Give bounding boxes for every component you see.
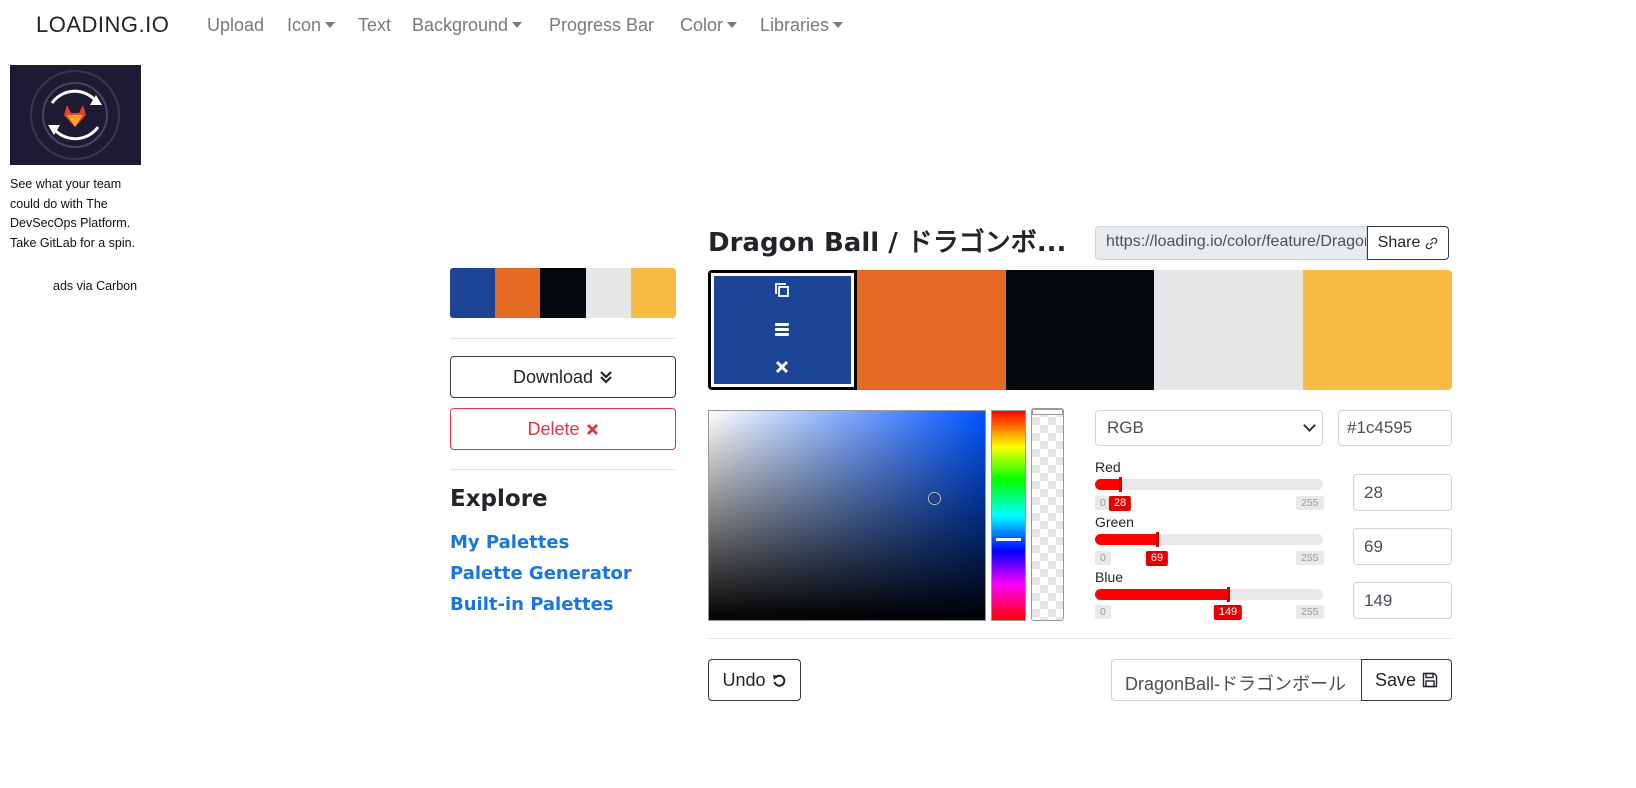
palette-title: Dragon Ball / ドラゴンボ... [708, 228, 1067, 258]
palette-generator-link[interactable]: Palette Generator [450, 563, 632, 584]
blue-value-tag: 149 [1213, 605, 1243, 620]
saturation-value-picker[interactable] [708, 410, 986, 621]
nav-background-label: Background [412, 15, 509, 35]
swatch[interactable] [1154, 270, 1304, 390]
color-mode-select[interactable]: RGB [1095, 410, 1323, 446]
swatch[interactable] [856, 270, 1006, 390]
alpha-slider[interactable] [1031, 408, 1064, 621]
share-label: Share [1377, 234, 1421, 251]
palette-swatches [708, 270, 1452, 390]
share-url-field[interactable]: https://loading.io/color/feature/DragonB… [1095, 226, 1367, 260]
close-icon [586, 423, 598, 435]
ad-via-carbon[interactable]: ads via Carbon [53, 279, 137, 293]
delete-button[interactable]: Delete [450, 408, 676, 450]
mini-palette-preview [450, 268, 676, 318]
green-input[interactable]: 69 [1353, 528, 1452, 565]
nav-background[interactable]: Background [412, 15, 523, 36]
color-mode-value: RGB [1107, 418, 1144, 437]
nav-upload[interactable]: Upload [207, 15, 264, 36]
save-button[interactable]: Save [1361, 659, 1452, 701]
built-in-palettes-link[interactable]: Built-in Palettes [450, 594, 614, 615]
share-button[interactable]: Share [1367, 226, 1449, 260]
hex-input[interactable]: #1c4595 [1338, 410, 1452, 446]
mini-swatch [540, 268, 586, 318]
red-value-tag: 28 [1108, 496, 1132, 511]
swatch[interactable] [1303, 270, 1452, 390]
nav-progress-bar-label: Progress Bar [549, 15, 655, 35]
nav-libraries-label: Libraries [760, 15, 830, 35]
nav-progress-bar[interactable]: Progress Bar [549, 15, 654, 36]
red-input[interactable]: 28 [1353, 474, 1452, 511]
alpha-handle[interactable] [1032, 409, 1063, 415]
blue-input[interactable]: 149 [1353, 582, 1452, 619]
nav-text-label: Text [358, 15, 392, 35]
red-handle[interactable] [1119, 477, 1122, 492]
blue-fill [1095, 589, 1228, 600]
sv-cursor[interactable] [929, 493, 940, 504]
divider [708, 638, 1452, 639]
chevron-down-icon [833, 22, 844, 28]
green-handle[interactable] [1156, 532, 1159, 547]
floppy-disk-icon [1422, 672, 1438, 688]
delete-label: Delete [527, 418, 580, 439]
hue-slider[interactable] [991, 410, 1026, 621]
green-slider[interactable] [1095, 532, 1323, 547]
nav-icon[interactable]: Icon [287, 15, 336, 36]
duplicate-icon[interactable] [774, 282, 790, 298]
my-palettes-link[interactable]: My Palettes [450, 532, 569, 553]
divider [450, 469, 676, 470]
hue-handle[interactable] [996, 538, 1021, 541]
nav-icon-label: Icon [287, 15, 322, 35]
nav-text[interactable]: Text [358, 15, 391, 36]
green-fill [1095, 534, 1157, 545]
green-max: 255 [1296, 551, 1324, 565]
ad-text[interactable]: See what your team could do with The Dev… [10, 175, 140, 253]
double-chevron-down-icon [600, 371, 612, 384]
chevron-down-icon [512, 22, 523, 28]
download-button[interactable]: Download [450, 356, 676, 398]
blue-min: 0 [1095, 605, 1111, 619]
download-label: Download [512, 366, 594, 387]
mini-swatch [450, 268, 496, 318]
undo-button[interactable]: Undo [708, 659, 801, 701]
blue-handle[interactable] [1227, 587, 1230, 602]
link-icon [1426, 237, 1438, 249]
blue-slider[interactable] [1095, 587, 1323, 602]
mini-swatch [630, 268, 676, 318]
swatch-selected[interactable] [708, 270, 857, 390]
nav-color[interactable]: Color [680, 15, 738, 36]
chevron-down-icon [727, 22, 738, 28]
ad-image[interactable] [10, 65, 141, 165]
red-slider[interactable] [1095, 477, 1323, 492]
nav-libraries[interactable]: Libraries [760, 15, 844, 36]
blue-label: Blue [1095, 569, 1124, 585]
nav-upload-label: Upload [207, 15, 265, 35]
share-group: https://loading.io/color/feature/DragonB… [1095, 226, 1449, 260]
red-fill [1095, 479, 1120, 490]
swatch[interactable] [1005, 270, 1155, 390]
red-max: 255 [1296, 496, 1324, 510]
chevron-down-icon [325, 22, 336, 28]
green-value-tag: 69 [1145, 551, 1169, 566]
divider [450, 338, 676, 339]
menu-icon[interactable] [774, 321, 790, 337]
navbar: LOADING.IO Upload Icon Text Background P… [0, 0, 1636, 52]
mini-swatch [585, 268, 631, 318]
close-icon[interactable] [775, 360, 789, 374]
save-label: Save [1374, 669, 1417, 690]
undo-label: Undo [722, 669, 766, 690]
green-min: 0 [1095, 551, 1111, 565]
palette-name-input[interactable]: DragonBall-ドラゴンボール [1111, 659, 1361, 701]
red-label: Red [1095, 459, 1121, 475]
explore-heading: Explore [450, 486, 548, 512]
brand-logo[interactable]: LOADING.IO [36, 12, 169, 38]
green-label: Green [1095, 514, 1134, 530]
mini-swatch [495, 268, 541, 318]
chevron-down-icon [1303, 419, 1316, 432]
nav-color-label: Color [680, 15, 724, 35]
undo-icon [772, 674, 785, 687]
blue-max: 255 [1296, 605, 1324, 619]
